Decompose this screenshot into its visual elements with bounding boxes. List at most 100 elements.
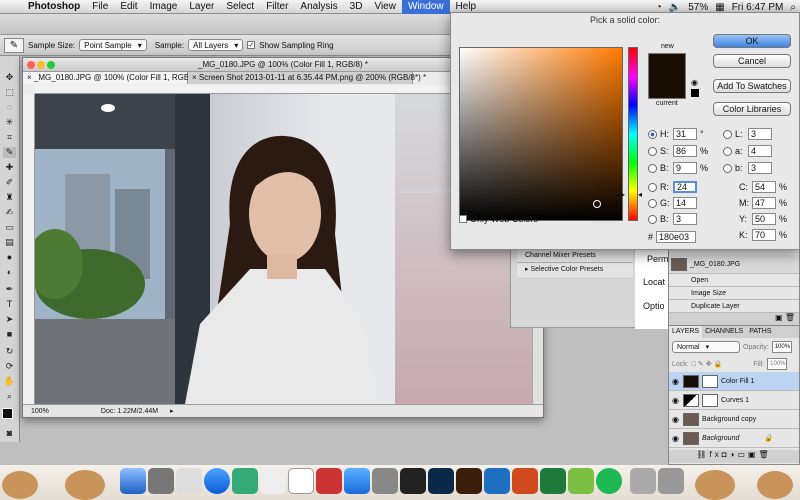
status-arrow-icon[interactable]: ▸ — [170, 407, 174, 415]
add-to-swatches-button[interactable]: Add To Swatches — [713, 79, 791, 93]
gamut-warning-icon[interactable]: ◉ — [691, 78, 698, 87]
terminal-icon[interactable] — [400, 468, 426, 494]
word-icon[interactable] — [484, 468, 510, 494]
lab-l-field[interactable]: 3 — [748, 128, 772, 140]
type-tool-icon[interactable]: T — [3, 299, 16, 310]
color-libraries-button[interactable]: Color Libraries — [713, 102, 791, 116]
mask-icon[interactable]: ◘ — [722, 450, 730, 459]
color-field-cursor[interactable] — [593, 200, 601, 208]
quick-select-tool-icon[interactable]: ✳ — [3, 117, 16, 128]
shape-tool-icon[interactable]: ■ — [3, 329, 16, 340]
layer-row[interactable]: ◉ Background 🔒 — [669, 429, 799, 448]
marquee-tool-icon[interactable]: ⬚ — [3, 87, 16, 98]
close-icon[interactable]: × — [27, 73, 34, 82]
blur-tool-icon[interactable]: ● — [3, 252, 16, 263]
blend-mode-select[interactable]: Normal ▾ — [672, 341, 740, 353]
3d-orbit-icon[interactable]: ⟳ — [3, 361, 16, 372]
brightness-field[interactable]: 9 — [673, 162, 697, 174]
crop-tool-icon[interactable]: ⌗ — [3, 132, 16, 143]
cyan-field[interactable]: 54 — [752, 181, 776, 193]
menu-analysis[interactable]: Analysis — [294, 0, 343, 14]
safari-icon[interactable] — [204, 468, 230, 494]
layer-row[interactable]: ◉ Color Fill 1 — [669, 372, 799, 391]
menu-filter[interactable]: Filter — [260, 0, 294, 14]
app-store-icon[interactable] — [344, 468, 370, 494]
wifi-icon[interactable]: ◔ — [656, 2, 662, 13]
blue-radio[interactable] — [648, 214, 657, 224]
sample-size-select[interactable]: Point Sample ▾ — [79, 39, 147, 51]
lab-l-radio[interactable] — [723, 129, 732, 139]
menu-image[interactable]: Image — [144, 0, 184, 14]
powerpoint-icon[interactable] — [512, 468, 538, 494]
menu-file[interactable]: File — [86, 0, 114, 14]
hue-slider-arrow-icon[interactable]: ◂ — [638, 190, 642, 199]
green-field[interactable]: 14 — [673, 197, 697, 209]
volume-icon[interactable]: 🔈 — [669, 2, 681, 13]
bridge-icon[interactable] — [456, 468, 482, 494]
menu-window[interactable]: Window — [401, 0, 450, 14]
web-safe-swatch-icon[interactable] — [691, 89, 699, 97]
lab-a-field[interactable]: 4 — [748, 145, 772, 157]
hex-field[interactable]: 180e03 — [656, 231, 697, 243]
tab-channels[interactable]: CHANNELS — [702, 326, 746, 338]
3d-rotate-icon[interactable]: ↻ — [3, 346, 16, 357]
hue-slider-arrow-icon[interactable]: ▸ — [621, 190, 625, 199]
layer-row[interactable]: ◉ Curves 1 — [669, 391, 799, 410]
eyedropper-tool-icon[interactable]: ✎ — [4, 37, 24, 53]
hue-field[interactable]: 31 — [673, 128, 697, 140]
downloads-icon[interactable] — [630, 468, 656, 494]
gradient-tool-icon[interactable]: ▤ — [3, 237, 16, 248]
system-preferences-icon[interactable] — [372, 468, 398, 494]
excel-icon[interactable] — [540, 468, 566, 494]
list-item[interactable]: Channel Mixer Presets — [517, 249, 633, 263]
trash-icon[interactable] — [658, 468, 684, 494]
fx-icon[interactable]: fx — [709, 450, 721, 459]
history-item[interactable]: Open — [669, 274, 799, 287]
fill-field[interactable]: 100% — [767, 358, 788, 370]
brightness-radio[interactable] — [648, 163, 657, 173]
photo-booth-icon[interactable] — [316, 468, 342, 494]
folder-icon[interactable]: ▭ — [737, 450, 748, 459]
history-item[interactable]: Image Size — [669, 287, 799, 300]
list-item[interactable]: ▸ Selective Color Presets — [517, 263, 633, 277]
zoom-window-icon[interactable] — [47, 61, 55, 69]
lock-icons[interactable]: □ ✎ ✥ 🔒 — [692, 360, 723, 368]
menu-view[interactable]: View — [368, 0, 402, 14]
messenger-icon[interactable] — [568, 468, 594, 494]
path-select-icon[interactable]: ➤ — [3, 314, 16, 325]
saturation-field[interactable]: 86 — [673, 145, 697, 157]
web-colors-checkbox[interactable] — [459, 215, 467, 223]
eye-icon[interactable]: ◉ — [671, 434, 680, 443]
menu-app[interactable]: Photoshop — [22, 0, 86, 14]
link-icon[interactable]: ⛓ — [696, 450, 709, 459]
new-snapshot-icon[interactable]: ▣ — [775, 313, 785, 322]
color-field[interactable] — [459, 47, 623, 221]
black-field[interactable]: 70 — [752, 229, 776, 241]
history-item[interactable]: _MG_0180.JPG — [669, 255, 799, 274]
foreground-color-swatch[interactable] — [2, 408, 13, 419]
photoshop-icon[interactable] — [428, 468, 454, 494]
tab-document-2[interactable]: × Screen Shot 2013-01-11 at 6.35.44 PM.p… — [188, 72, 426, 84]
hand-tool-icon[interactable]: ✋ — [3, 376, 16, 387]
red-radio[interactable] — [648, 182, 657, 192]
tab-layers[interactable]: LAYERS — [669, 326, 703, 338]
battery-percent[interactable]: 57% — [688, 2, 708, 13]
doc-info[interactable]: Doc: 1.22M/2.44M — [101, 408, 158, 415]
tab-document-1[interactable]: × _MG_0180.JPG @ 100% (Color Fill 1, RGB… — [23, 72, 204, 84]
eye-icon[interactable]: ◉ — [671, 415, 680, 424]
finder-icon[interactable] — [120, 468, 146, 494]
eyedropper-icon[interactable]: ✎ — [3, 147, 16, 158]
clock[interactable]: Fri 6:47 PM — [732, 2, 784, 13]
green-radio[interactable] — [648, 198, 657, 208]
opacity-field[interactable]: 100% — [771, 341, 792, 353]
move-tool-icon[interactable]: ✥ — [3, 72, 16, 83]
hue-slider[interactable] — [628, 47, 638, 221]
current-color-swatch[interactable] — [648, 76, 686, 99]
menu-3d[interactable]: 3D — [344, 0, 369, 14]
eye-icon[interactable]: ◉ — [671, 377, 680, 386]
menu-edit[interactable]: Edit — [114, 0, 143, 14]
history-item[interactable]: Duplicate Layer — [669, 300, 799, 313]
chrome-icon[interactable] — [232, 468, 258, 494]
close-icon[interactable]: × — [192, 73, 199, 82]
launchpad-icon[interactable] — [148, 468, 174, 494]
